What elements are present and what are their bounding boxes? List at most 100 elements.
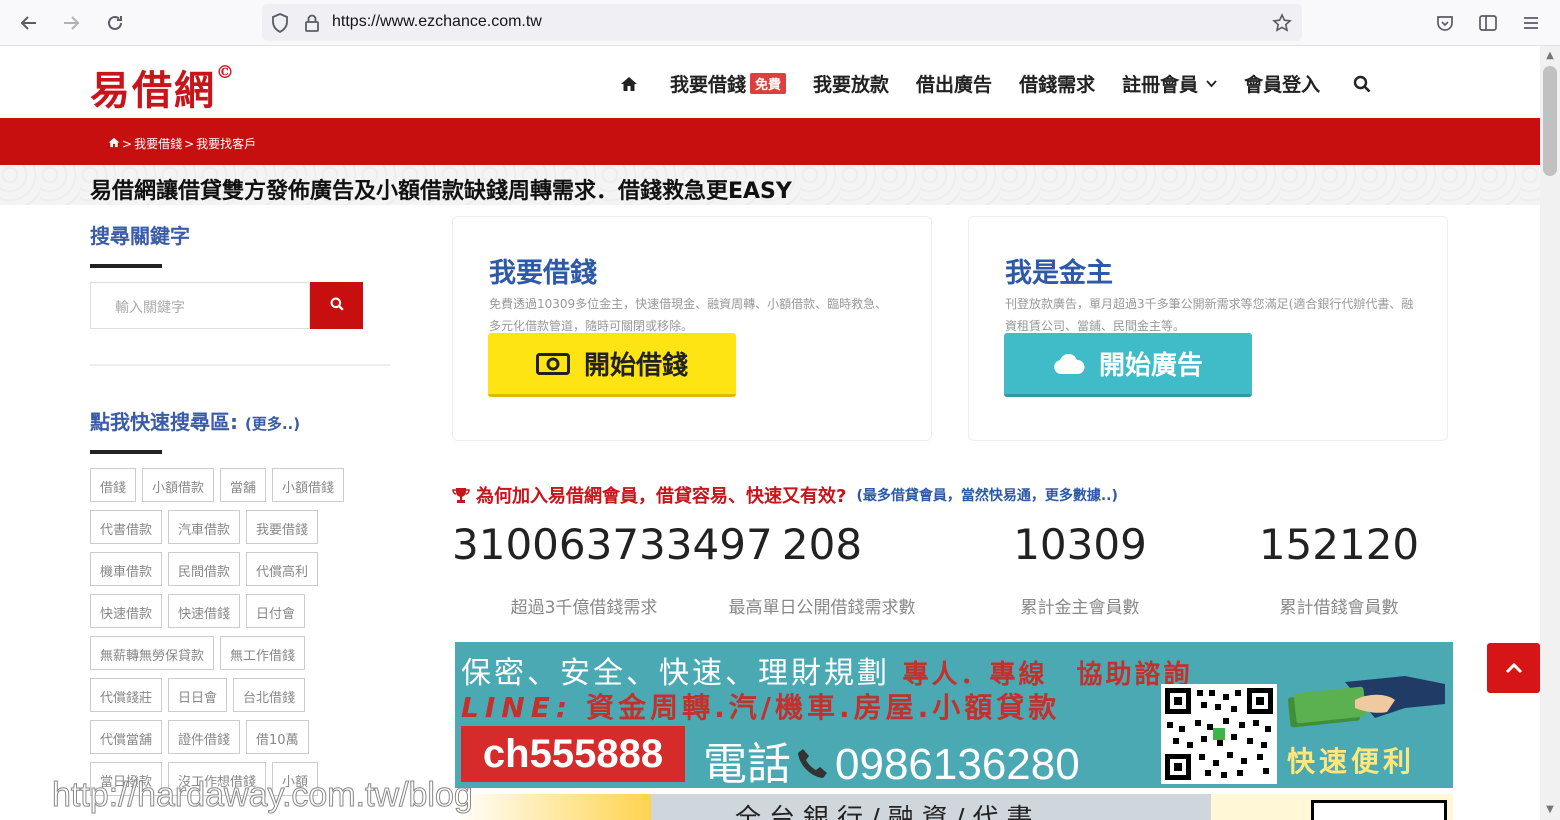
stat-lenders: 10309 累計金主會員數 (975, 520, 1185, 618)
banner-services: LINE: 資金周轉.汽/機車.房屋.小額貸款 (461, 686, 1060, 726)
blog-watermark: http://hardaway.com.tw/blog (52, 776, 474, 815)
bank-ad-banner[interactable]: 全台銀行/融資/代書 (455, 794, 1453, 820)
quick-search-tag[interactable]: 小額借錢 (272, 468, 345, 502)
money-hand-icon (1285, 672, 1445, 732)
stat-value: 152120 (1258, 520, 1420, 569)
quick-search-tag[interactable]: 快速借錢 (168, 594, 241, 628)
bookmark-star-icon[interactable] (1270, 11, 1294, 35)
banner-phone: 電話 0986136280 (703, 728, 1080, 788)
why-join-heading: 為何加入易借網會員，借貸容易、快速又有效? (最多借貸會員，當然快易通，更多數據… (452, 482, 1118, 508)
quick-search-tag[interactable]: 借錢 (90, 468, 137, 502)
reload-icon[interactable] (100, 8, 130, 38)
banner-phone-number: 0986136280 (835, 740, 1080, 788)
search-icon[interactable] (1353, 75, 1371, 93)
breadcrumb-home-icon[interactable] (108, 137, 120, 151)
quick-search-tag[interactable]: 汽車借款 (168, 510, 241, 544)
quick-search-tag[interactable]: 小額借款 (142, 468, 215, 502)
quick-search-tag[interactable]: 代償錢莊 (90, 678, 163, 712)
quick-search-title: 點我快速搜尋區: (90, 410, 238, 434)
slogan-band: 易借網讓借貸雙方發佈廣告及小額借款缺錢周轉需求．借錢救急更EASY (0, 165, 1540, 205)
why-join-more-link[interactable]: (最多借貸會員，當然快易通，更多數據..) (856, 485, 1117, 505)
stat-borrowers: 152120 累計借錢會員數 (1234, 520, 1444, 618)
borrow-card-title: 我要借錢 (489, 258, 597, 289)
back-icon[interactable] (14, 8, 44, 38)
breadcrumb-separator: > (122, 136, 133, 151)
start-ad-button[interactable]: 開始廣告 (1004, 333, 1252, 397)
start-ad-label: 開始廣告 (1098, 351, 1203, 381)
quick-search-tag[interactable]: 快速借款 (90, 594, 163, 628)
banner2-text: 全台銀行/融資/代書 (735, 804, 1041, 820)
app-menu-icon[interactable] (1516, 8, 1546, 38)
stat-label: 超過3千億借錢需求 (510, 598, 658, 618)
money-icon (535, 352, 570, 375)
forward-icon[interactable] (56, 8, 86, 38)
quick-search-tag[interactable]: 我要借錢 (246, 510, 319, 544)
quick-search-tag[interactable]: 機車借款 (90, 552, 163, 586)
quick-search-tag[interactable]: 代書借款 (90, 510, 163, 544)
url-text[interactable]: https://www.ezchance.com.tw (332, 13, 542, 31)
scroll-up-icon[interactable]: ▲ (1544, 50, 1556, 62)
nav-lend[interactable]: 我要放款 (813, 70, 889, 97)
banner-services-text: 資金周轉.汽/機車.房屋.小額貸款 (586, 691, 1061, 724)
breadcrumb: > 我要借錢 > 我要找客戶 (108, 135, 256, 152)
keyword-search-input[interactable]: 輸入關鍵字 (90, 282, 310, 329)
breadcrumb-separator: > (184, 136, 195, 151)
nav-login[interactable]: 會員登入 (1244, 70, 1320, 97)
tracking-protection-icon[interactable] (268, 11, 292, 35)
quick-search-tag[interactable]: 無薪轉無勞保貸款 (90, 636, 215, 670)
address-bar[interactable]: https://www.ezchance.com.tw (262, 4, 1302, 41)
breadcrumb-item-find-clients[interactable]: 我要找客戶 (196, 135, 256, 152)
heading-underline (90, 450, 162, 454)
quick-search-tag[interactable]: 借10萬 (246, 720, 309, 754)
stat-value: 208 (781, 520, 863, 569)
nav-borrow-label: 我要借錢 (670, 74, 747, 96)
scroll-thumb[interactable] (1543, 66, 1557, 176)
borrow-card: 我要借錢 免費透過10309多位金主，快速借現金、融資周轉、小額借款、臨時救急、… (452, 216, 932, 441)
quick-search-tag[interactable]: 台北借錢 (233, 678, 306, 712)
scroll-down-icon[interactable]: ▼ (1544, 804, 1556, 816)
free-badge: 免費 (750, 73, 787, 94)
home-icon[interactable] (620, 76, 638, 92)
logo-mark: © (216, 62, 236, 83)
banner2-decoration (455, 794, 655, 820)
breadcrumb-item-borrow[interactable]: 我要借錢 (134, 135, 182, 152)
banner2-qr-icon (1311, 800, 1447, 820)
banner-line-label: LINE: (461, 691, 574, 724)
sidebar-toggle-icon[interactable] (1473, 8, 1503, 38)
pocket-icon[interactable] (1430, 8, 1460, 38)
quick-search-tag[interactable]: 日付會 (246, 594, 306, 628)
loan-ad-banner[interactable]: 保密、安全、快速、理財規劃 專人．專線 協助諮詢 LINE: 資金周轉.汽/機車… (455, 642, 1453, 788)
banner-phone-label: 電話 (703, 740, 791, 788)
chevron-up-icon (1505, 662, 1523, 674)
stat-value: 310063733497 (452, 520, 773, 569)
nav-needs[interactable]: 借錢需求 (1019, 70, 1095, 97)
keyword-search-button[interactable] (310, 282, 363, 329)
page-scrollbar[interactable]: ▲ ▼ (1540, 46, 1560, 820)
search-icon (330, 296, 344, 315)
quick-search-tag[interactable]: 無工作借錢 (220, 636, 306, 670)
site-logo[interactable]: 易借網© (90, 58, 236, 116)
quick-search-tag[interactable]: 當舖 (220, 468, 267, 502)
phone-icon (795, 742, 831, 788)
quick-search-tag[interactable]: 日日會 (168, 678, 228, 712)
banner-fast-text: 快速便利 (1287, 745, 1416, 778)
breadcrumb-bar: > 我要借錢 > 我要找客戶 (0, 118, 1540, 165)
lender-card: 我是金主 刊登放款廣告，單月超過3千多筆公開新需求等您滿足(適合銀行代辦代書、融… (968, 216, 1448, 441)
back-to-top-button[interactable] (1487, 643, 1540, 693)
quick-search-tag[interactable]: 民間借款 (168, 552, 241, 586)
start-borrow-label: 開始借錢 (583, 351, 688, 381)
quick-search-tag[interactable]: 代償當舖 (90, 720, 163, 754)
nav-lend-ad[interactable]: 借出廣告 (916, 70, 992, 97)
lock-icon[interactable] (300, 11, 324, 35)
nav-register[interactable]: 註冊會員 (1122, 70, 1217, 97)
quick-search-tag[interactable]: 代償高利 (246, 552, 319, 586)
search-heading: 搜尋關鍵字 (90, 224, 190, 248)
quick-search-more-link[interactable]: (更多..) (245, 415, 300, 433)
why-join-text: 為何加入易借網會員，借貸容易、快速又有效? (476, 486, 847, 507)
stat-value: 10309 (1013, 520, 1147, 569)
trophy-icon (452, 486, 470, 504)
quick-search-tag[interactable]: 證件借錢 (168, 720, 241, 754)
banner-line-id: ch555888 (461, 726, 685, 782)
nav-borrow[interactable]: 我要借錢 免費 (670, 70, 787, 97)
start-borrow-button[interactable]: 開始借錢 (488, 333, 736, 397)
